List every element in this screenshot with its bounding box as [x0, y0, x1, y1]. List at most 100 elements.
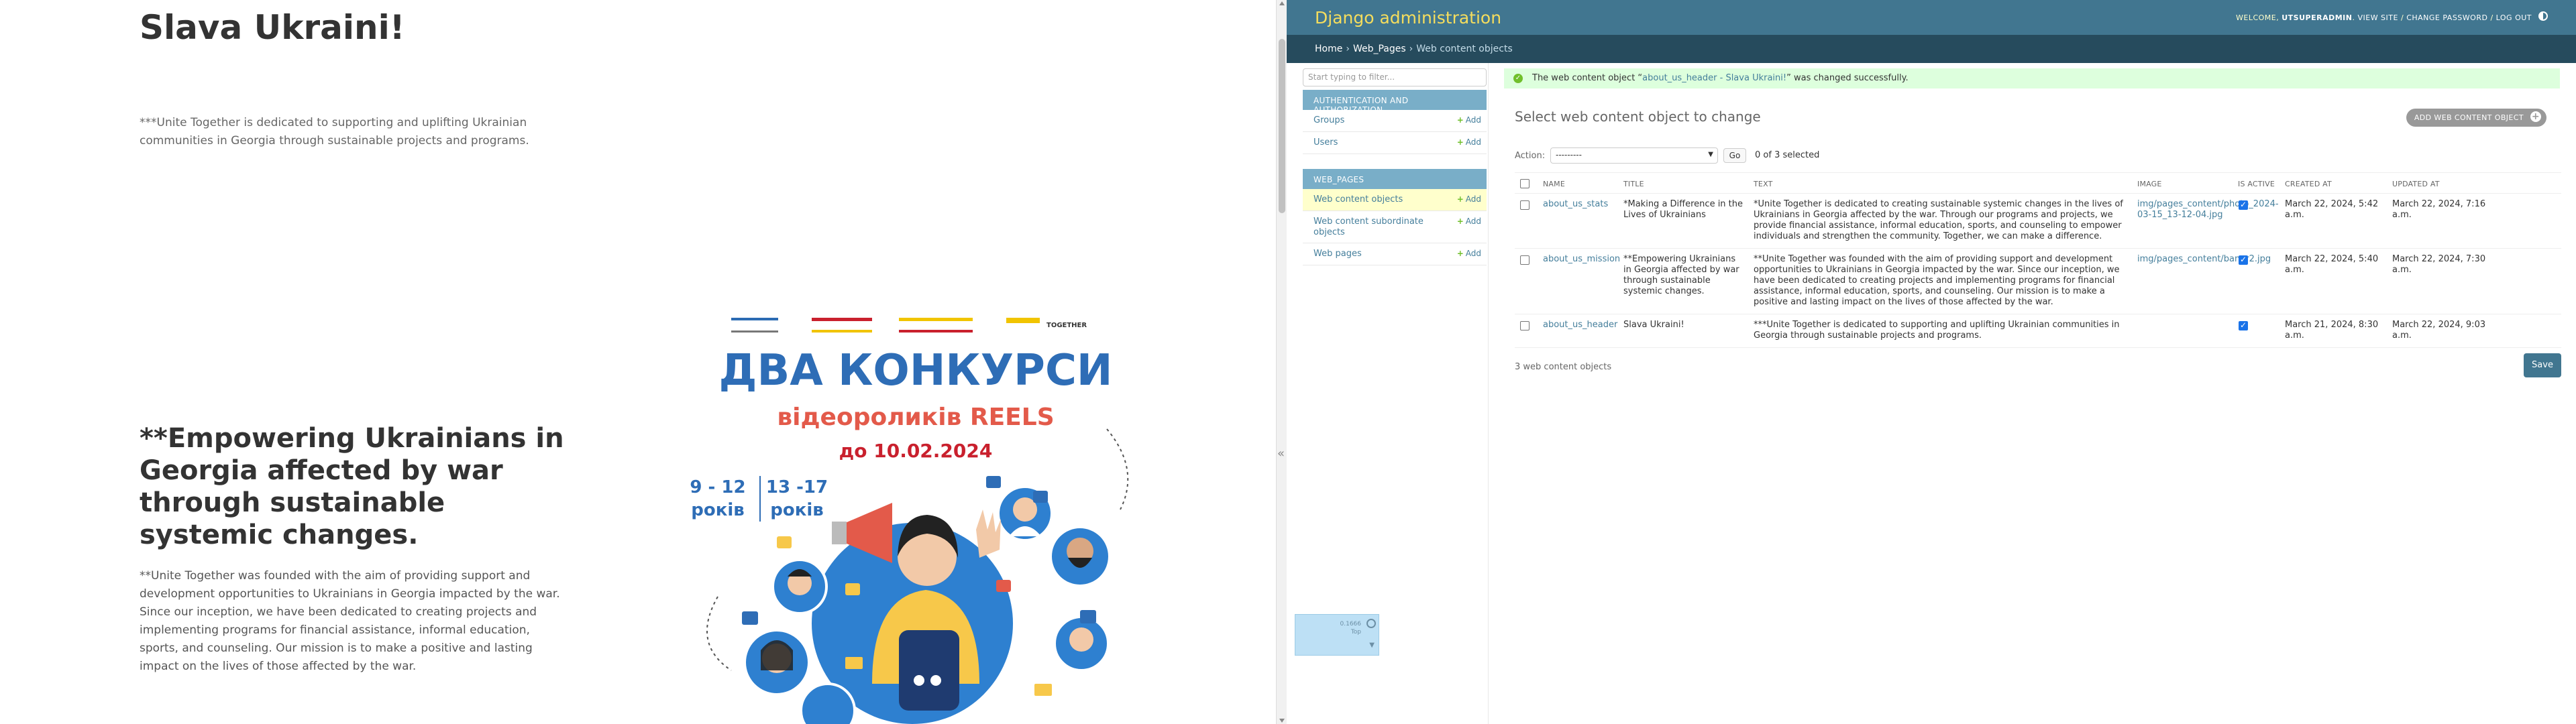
theme-toggle-icon[interactable]	[2538, 11, 2548, 21]
mission-heading: **Empowering Ukrainians in Georgia affec…	[140, 423, 564, 550]
column-header-name[interactable]: NAME	[1543, 180, 1565, 188]
sidebar-item-label[interactable]: Web pages	[1313, 249, 1448, 259]
sidebar-item-users: Users + Add	[1303, 132, 1487, 154]
success-message: ✓ The web content object “about_us_heade…	[1504, 68, 2560, 88]
sidebar-item-label[interactable]: Groups	[1313, 115, 1448, 126]
add-user-link[interactable]: + Add	[1457, 137, 1481, 147]
sidebar-item-label[interactable]: Web content objects	[1313, 194, 1448, 205]
page-scrollbar[interactable]	[1276, 0, 1287, 724]
widget-line-1: 0.1666	[1340, 621, 1362, 627]
add-button-label: ADD WEB CONTENT OBJECT	[2414, 113, 2524, 122]
go-button[interactable]: Go	[1723, 148, 1746, 163]
main-content: ✓ The web content object “about_us_heade…	[1489, 63, 2576, 724]
sidebar-item-web-content-subordinate-objects: Web content subordinate objects + Add	[1303, 211, 1487, 243]
results-table: NAME TITLE TEXT IMAGE IS ACTIVE CREATED …	[1515, 172, 2561, 348]
scroll-up-icon[interactable]	[1279, 1, 1285, 5]
selection-counter: 0 of 3 selected	[1755, 150, 1820, 160]
sidebar-item-web-content-objects: Web content objects + Add	[1303, 189, 1487, 211]
view-site-link[interactable]: VIEW SITE	[2357, 13, 2398, 22]
add-web-page-link[interactable]: + Add	[1457, 249, 1481, 258]
message-object-link[interactable]: about_us_header - Slava Ukraini!	[1642, 73, 1786, 83]
log-out-link[interactable]: LOG OUT	[2496, 13, 2532, 22]
table-row: about_us_stats *Making a Difference in t…	[1515, 194, 2561, 249]
app-caption-web-pages[interactable]: WEB_PAGES	[1303, 169, 1487, 189]
row-image-link[interactable]: img/pages_content/baner2.jpg	[2137, 254, 2271, 265]
add-link-label: Add	[1465, 249, 1481, 258]
row-created-at: March 22, 2024, 5:40 a.m.	[2285, 254, 2379, 275]
table-row: about_us_mission **Empowering Ukrainians…	[1515, 249, 2561, 314]
column-header-title[interactable]: TITLE	[1623, 180, 1644, 188]
row-name-link[interactable]: about_us_mission	[1543, 254, 1620, 265]
action-select-value: ---------	[1556, 150, 1582, 160]
action-label: Action:	[1515, 151, 1546, 161]
row-name-link[interactable]: about_us_stats	[1543, 199, 1617, 210]
column-header-created-at[interactable]: CREATED AT	[2285, 180, 2332, 188]
add-web-content-object-link[interactable]: + Add	[1457, 194, 1481, 204]
site-brand-link[interactable]: Django administration	[1315, 8, 1501, 27]
site-intro-paragraph: ***Unite Together is dedicated to suppor…	[140, 116, 529, 147]
add-subordinate-object-link[interactable]: + Add	[1457, 217, 1481, 226]
row-text: ***Unite Together is dedicated to suppor…	[1754, 320, 2120, 341]
column-header-image[interactable]: IMAGE	[2137, 180, 2162, 188]
save-button[interactable]: Save	[2524, 353, 2561, 377]
action-select[interactable]: --------- ▼	[1550, 147, 1718, 164]
table-header: NAME TITLE TEXT IMAGE IS ACTIVE CREATED …	[1515, 172, 2561, 194]
poster-illustration	[706, 428, 1129, 724]
row-updated-at: March 22, 2024, 7:16 a.m.	[2392, 199, 2486, 220]
row-checkbox[interactable]	[1520, 321, 1529, 330]
chevron-down-icon[interactable]: ▼	[1369, 642, 1375, 649]
sidebar-collapse-icon[interactable]: «	[1277, 446, 1285, 461]
add-link-label: Add	[1465, 194, 1481, 204]
row-text: *Unite Together is dedicated to creating…	[1754, 199, 2123, 241]
column-header-updated-at[interactable]: UPDATED AT	[2392, 180, 2440, 188]
row-title: **Empowering Ukrainians in Georgia affec…	[1623, 254, 1739, 296]
breadcrumb-home[interactable]: Home	[1315, 44, 1342, 54]
admin-header: Django administration WELCOME, UTSUPERAD…	[1287, 0, 2576, 35]
row-name-link[interactable]: about_us_header	[1543, 320, 1617, 330]
change-password-link[interactable]: CHANGE PASSWORD	[2406, 13, 2487, 22]
result-count: 3 web content objects	[1515, 362, 1612, 372]
plus-icon: +	[2530, 111, 2541, 122]
website-preview: Slava Ukraini! ***Unite Together is dedi…	[0, 0, 1276, 724]
column-header-is-active[interactable]: IS ACTIVE	[2238, 180, 2275, 188]
breadcrumb-app[interactable]: Web_Pages	[1353, 44, 1406, 54]
is-active-icon	[2239, 199, 2248, 210]
welcome-text: WELCOME,	[2236, 13, 2279, 22]
username: UTSUPERADMIN	[2282, 13, 2353, 22]
scroll-down-icon[interactable]	[1279, 719, 1285, 723]
chevron-down-icon: ▼	[1708, 151, 1713, 158]
floating-widget[interactable]: 0.1666 Top ▼	[1295, 614, 1379, 656]
row-title: Slava Ukraini!	[1623, 320, 1684, 330]
row-image-link[interactable]: img/pages_content/photo_2024-03-15_13-12…	[2137, 199, 2279, 221]
add-web-content-object-button[interactable]: ADD WEB CONTENT OBJECT +	[2406, 109, 2546, 127]
nav-filter-input[interactable]: Start typing to filter...	[1303, 68, 1487, 86]
breadcrumb: Home › Web_Pages › Web content objects	[1287, 35, 2576, 63]
success-check-icon: ✓	[1513, 74, 1523, 83]
scrollbar-thumb[interactable]	[1279, 39, 1285, 213]
sidebar-item-label[interactable]: Users	[1313, 137, 1448, 148]
add-group-link[interactable]: + Add	[1457, 115, 1481, 125]
mission-paragraph: **Unite Together was founded with the ai…	[140, 569, 560, 673]
row-created-at: March 21, 2024, 8:30 a.m.	[2285, 320, 2379, 341]
breadcrumb-current: Web content objects	[1416, 44, 1513, 54]
django-admin: Django administration WELCOME, UTSUPERAD…	[1277, 0, 2576, 724]
row-text: **Unite Together was founded with the ai…	[1754, 254, 2120, 307]
site-heading: Slava Ukraini!	[140, 8, 405, 47]
row-updated-at: March 22, 2024, 7:30 a.m.	[2392, 254, 2486, 275]
add-link-label: Add	[1465, 115, 1481, 125]
row-checkbox[interactable]	[1520, 200, 1529, 210]
table-row: about_us_header Slava Ukraini! ***Unite …	[1515, 314, 2561, 348]
row-created-at: March 22, 2024, 5:42 a.m.	[2285, 199, 2379, 220]
widget-line-2: Top	[1350, 629, 1361, 636]
add-link-label: Add	[1465, 217, 1481, 226]
row-updated-at: March 22, 2024, 9:03 a.m.	[2392, 320, 2486, 341]
column-header-text[interactable]: TEXT	[1754, 180, 1773, 188]
is-active-icon	[2239, 320, 2248, 330]
user-tools: WELCOME, UTSUPERADMIN. VIEW SITE / CHANG…	[2236, 13, 2532, 22]
select-all-checkbox[interactable]	[1520, 179, 1529, 188]
message-prefix: The web content object “	[1532, 73, 1643, 83]
row-checkbox[interactable]	[1520, 255, 1529, 265]
gear-icon[interactable]	[1366, 619, 1376, 628]
sidebar-item-label[interactable]: Web content subordinate objects	[1313, 217, 1448, 238]
app-caption-auth[interactable]: AUTHENTICATION AND AUTHORIZATION	[1303, 90, 1487, 115]
